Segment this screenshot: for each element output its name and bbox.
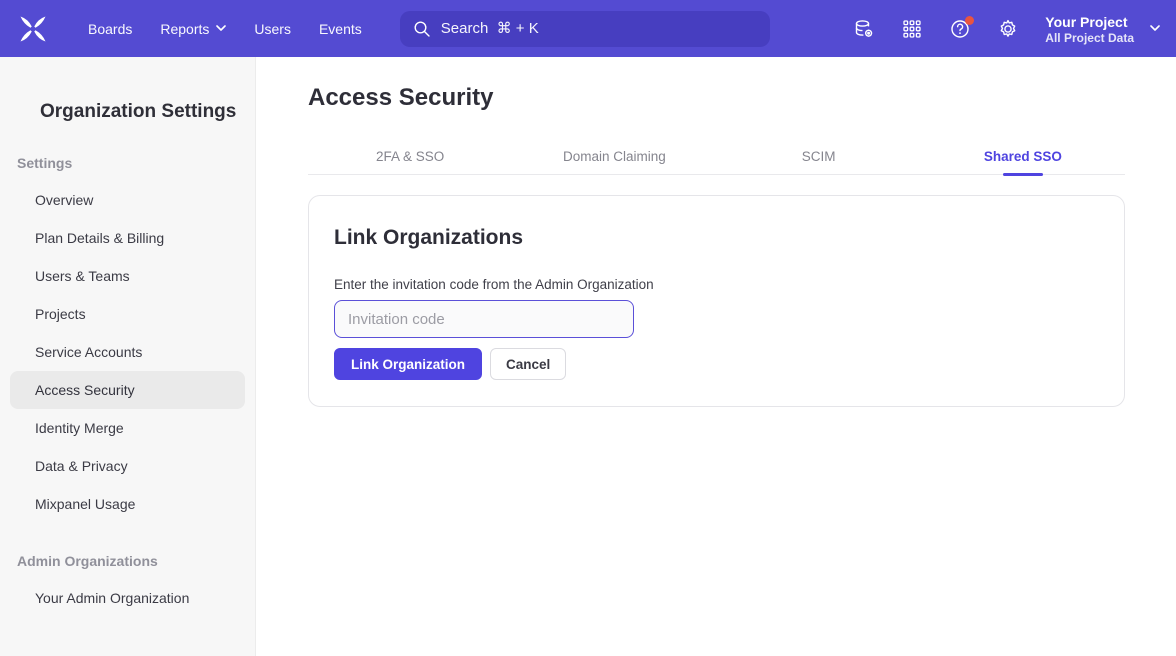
- tab-scim[interactable]: SCIM: [717, 138, 921, 174]
- nav-icon-group: [853, 18, 1019, 40]
- nav-item-label: Reports: [160, 21, 209, 37]
- sidebar-item-service-accounts[interactable]: Service Accounts: [10, 333, 245, 371]
- settings-sidebar: Organization Settings Settings Overview …: [0, 57, 256, 656]
- project-data-view: All Project Data: [1045, 31, 1134, 45]
- top-navigation-bar: Boards Reports Users Events: [0, 0, 1176, 57]
- search-input[interactable]: [441, 20, 757, 37]
- notification-dot: [965, 16, 974, 25]
- tab-2fa-sso[interactable]: 2FA & SSO: [308, 138, 512, 174]
- apps-grid-icon[interactable]: [901, 18, 923, 40]
- sidebar-item-identity-merge[interactable]: Identity Merge: [10, 409, 245, 447]
- link-organization-button[interactable]: Link Organization: [334, 348, 482, 380]
- global-search[interactable]: [400, 11, 770, 47]
- nav-item-label: Events: [319, 21, 362, 37]
- sidebar-item-plan-details-billing[interactable]: Plan Details & Billing: [10, 219, 245, 257]
- primary-nav: Boards Reports Users Events: [74, 0, 376, 57]
- card-actions: Link Organization Cancel: [334, 348, 1092, 380]
- tab-shared-sso[interactable]: Shared SSO: [921, 138, 1125, 174]
- sidebar-item-projects[interactable]: Projects: [10, 295, 245, 333]
- nav-item-events[interactable]: Events: [305, 0, 376, 57]
- invitation-code-input[interactable]: [334, 300, 634, 338]
- nav-item-label: Users: [254, 21, 291, 37]
- settings-gear-icon[interactable]: [997, 18, 1019, 40]
- sidebar-section-admin-organizations: Admin Organizations: [17, 553, 255, 569]
- cancel-button[interactable]: Cancel: [490, 348, 566, 380]
- help-icon[interactable]: [949, 18, 971, 40]
- sidebar-title: Organization Settings: [40, 101, 255, 123]
- chevron-down-icon: [216, 25, 226, 32]
- nav-item-label: Boards: [88, 21, 132, 37]
- active-tab-underline: [1003, 173, 1043, 176]
- card-title: Link Organizations: [334, 226, 1092, 250]
- sidebar-item-access-security[interactable]: Access Security: [10, 371, 245, 409]
- search-icon: [413, 20, 431, 38]
- data-management-icon[interactable]: [853, 18, 875, 40]
- nav-item-reports[interactable]: Reports: [146, 0, 240, 57]
- sidebar-item-users-teams[interactable]: Users & Teams: [10, 257, 245, 295]
- sidebar-item-mixpanel-usage[interactable]: Mixpanel Usage: [10, 485, 245, 523]
- project-switcher[interactable]: Your Project All Project Data: [1045, 13, 1160, 45]
- sidebar-item-data-privacy[interactable]: Data & Privacy: [10, 447, 245, 485]
- invitation-code-label: Enter the invitation code from the Admin…: [334, 277, 1092, 292]
- sidebar-item-overview[interactable]: Overview: [10, 181, 245, 219]
- page-title: Access Security: [308, 84, 1176, 112]
- link-organizations-card: Link Organizations Enter the invitation …: [308, 195, 1125, 407]
- mixpanel-logo-icon[interactable]: [18, 14, 48, 44]
- access-security-tabs: 2FA & SSO Domain Claiming SCIM Shared SS…: [308, 138, 1125, 175]
- tab-domain-claiming[interactable]: Domain Claiming: [512, 138, 716, 174]
- project-name: Your Project: [1045, 13, 1134, 31]
- nav-item-users[interactable]: Users: [240, 0, 305, 57]
- project-labels: Your Project All Project Data: [1045, 13, 1134, 45]
- main-content: Access Security 2FA & SSO Domain Claimin…: [257, 57, 1176, 656]
- sidebar-section-settings: Settings: [17, 155, 255, 171]
- sidebar-item-your-admin-organization[interactable]: Your Admin Organization: [10, 579, 245, 617]
- nav-item-boards[interactable]: Boards: [74, 0, 146, 57]
- tab-label: Shared SSO: [984, 149, 1062, 164]
- chevron-down-icon: [1150, 25, 1160, 32]
